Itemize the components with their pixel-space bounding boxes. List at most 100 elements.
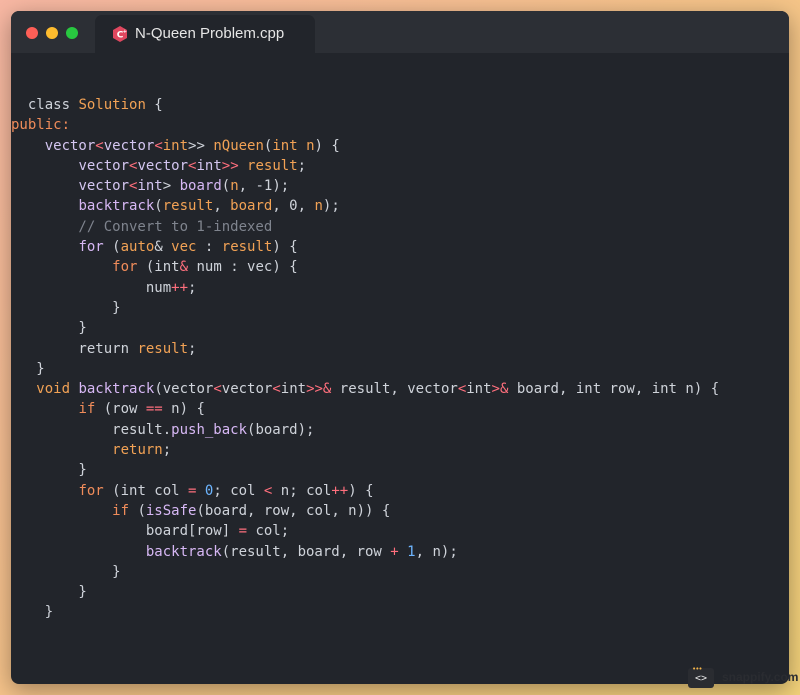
code-line: } [11, 582, 789, 602]
code-token: Solution [78, 97, 146, 113]
code-token: (result, board, row [221, 543, 391, 560]
code-token: vector [78, 157, 130, 174]
code-line: for (auto& vec : result) { [11, 237, 789, 257]
code-line: if (row == n) { [11, 399, 789, 419]
code-token: int [162, 137, 189, 154]
code-token: for [78, 482, 104, 499]
minimize-window-button[interactable] [46, 27, 58, 39]
code-token: backtrack [78, 381, 155, 398]
code-token: vector [221, 381, 273, 398]
code-token: >> [188, 137, 214, 154]
code-line: vector<int> board(n, -1); [11, 176, 789, 196]
code-token: (vector [154, 381, 214, 398]
code-token: col; [247, 523, 290, 540]
code-line: } [11, 359, 789, 379]
code-token: result, vector [331, 381, 458, 398]
code-token: result [221, 239, 273, 256]
cpp-icon: C + [111, 25, 129, 43]
code-editor[interactable]: class Solution {public: vector<vector<in… [11, 95, 789, 623]
code-token: n) { [162, 401, 205, 418]
file-tab[interactable]: C + N-Queen Problem.cpp [95, 15, 315, 53]
code-line: } [11, 318, 789, 338]
code-line: result.push_back(board); [11, 420, 789, 440]
code-token: ( [103, 239, 121, 256]
code-token: } [11, 563, 121, 580]
code-token: < [95, 137, 104, 154]
title-bar: C + N-Queen Problem.cpp [11, 11, 789, 53]
code-token: : [196, 239, 222, 256]
code-token: < [272, 381, 281, 398]
code-token: (int [137, 259, 180, 276]
code-token: ; col [213, 482, 264, 499]
code-token: (row [95, 401, 146, 418]
code-token: ; [188, 340, 197, 357]
code-line: } [11, 298, 789, 318]
file-tab-title: N-Queen Problem.cpp [135, 25, 285, 42]
snappify-brand-text: snappify.com [722, 670, 799, 684]
code-token: int [196, 157, 222, 174]
code-token: , n); [415, 543, 458, 560]
code-token: 1 [407, 543, 416, 560]
svg-text:+: + [123, 29, 127, 35]
code-token: == [145, 401, 163, 418]
code-token: vector [137, 157, 189, 174]
code-token: (board); [247, 421, 315, 438]
code-token: = [238, 523, 248, 540]
code-token: n [230, 178, 239, 195]
code-token: } [11, 584, 87, 601]
code-token: < [213, 381, 222, 398]
code-line: for (int& num : vec) { [11, 257, 789, 277]
code-line: return result; [11, 339, 789, 359]
snappify-watermark[interactable]: <> snappify.com [688, 665, 800, 690]
code-line: if (isSafe(board, row, col, n)) { [11, 501, 789, 521]
code-token: class [11, 97, 79, 113]
code-token: vector [44, 137, 96, 154]
code-token: ( [154, 198, 163, 215]
maximize-window-button[interactable] [66, 27, 78, 39]
code-token: push_back [171, 421, 248, 438]
code-token: result [137, 340, 189, 357]
code-token: int [137, 178, 163, 195]
code-line: num++; [11, 278, 789, 298]
code-line: board[row] = col; [11, 521, 789, 541]
code-token: for [112, 259, 138, 276]
code-token: } [11, 299, 121, 316]
code-line: for (int col = 0; col < n; col++) { [11, 481, 789, 501]
code-token: result. [11, 421, 172, 438]
code-token: { [145, 97, 163, 113]
code-token: if [78, 401, 96, 418]
code-token: } [11, 320, 87, 337]
code-token: & [179, 259, 189, 276]
code-token: int [272, 137, 298, 154]
code-token: } [11, 604, 54, 621]
code-token: // Convert to 1-indexed [11, 218, 273, 235]
code-token: & [154, 239, 172, 256]
code-token: board[row] [11, 523, 239, 540]
code-line: class Solution { [11, 95, 789, 115]
code-token: > [162, 178, 180, 195]
code-token: (int col [103, 482, 189, 499]
code-line: } [11, 602, 789, 622]
code-token: int [466, 381, 492, 398]
code-token: ++ [171, 279, 189, 296]
code-token: ; [188, 279, 197, 296]
code-token: >>& [306, 381, 332, 398]
code-token: result [238, 157, 298, 174]
close-window-button[interactable] [26, 27, 38, 39]
code-token: if [112, 502, 130, 519]
code-token: , -1); [238, 178, 290, 195]
code-window: C + N-Queen Problem.cpp class Solution {… [11, 11, 789, 684]
code-token: ) { [348, 482, 374, 499]
code-token: backtrack [145, 543, 222, 560]
code-token: num [11, 279, 172, 296]
code-line: vector<vector<int>> nQueen(int n) { [11, 136, 789, 156]
